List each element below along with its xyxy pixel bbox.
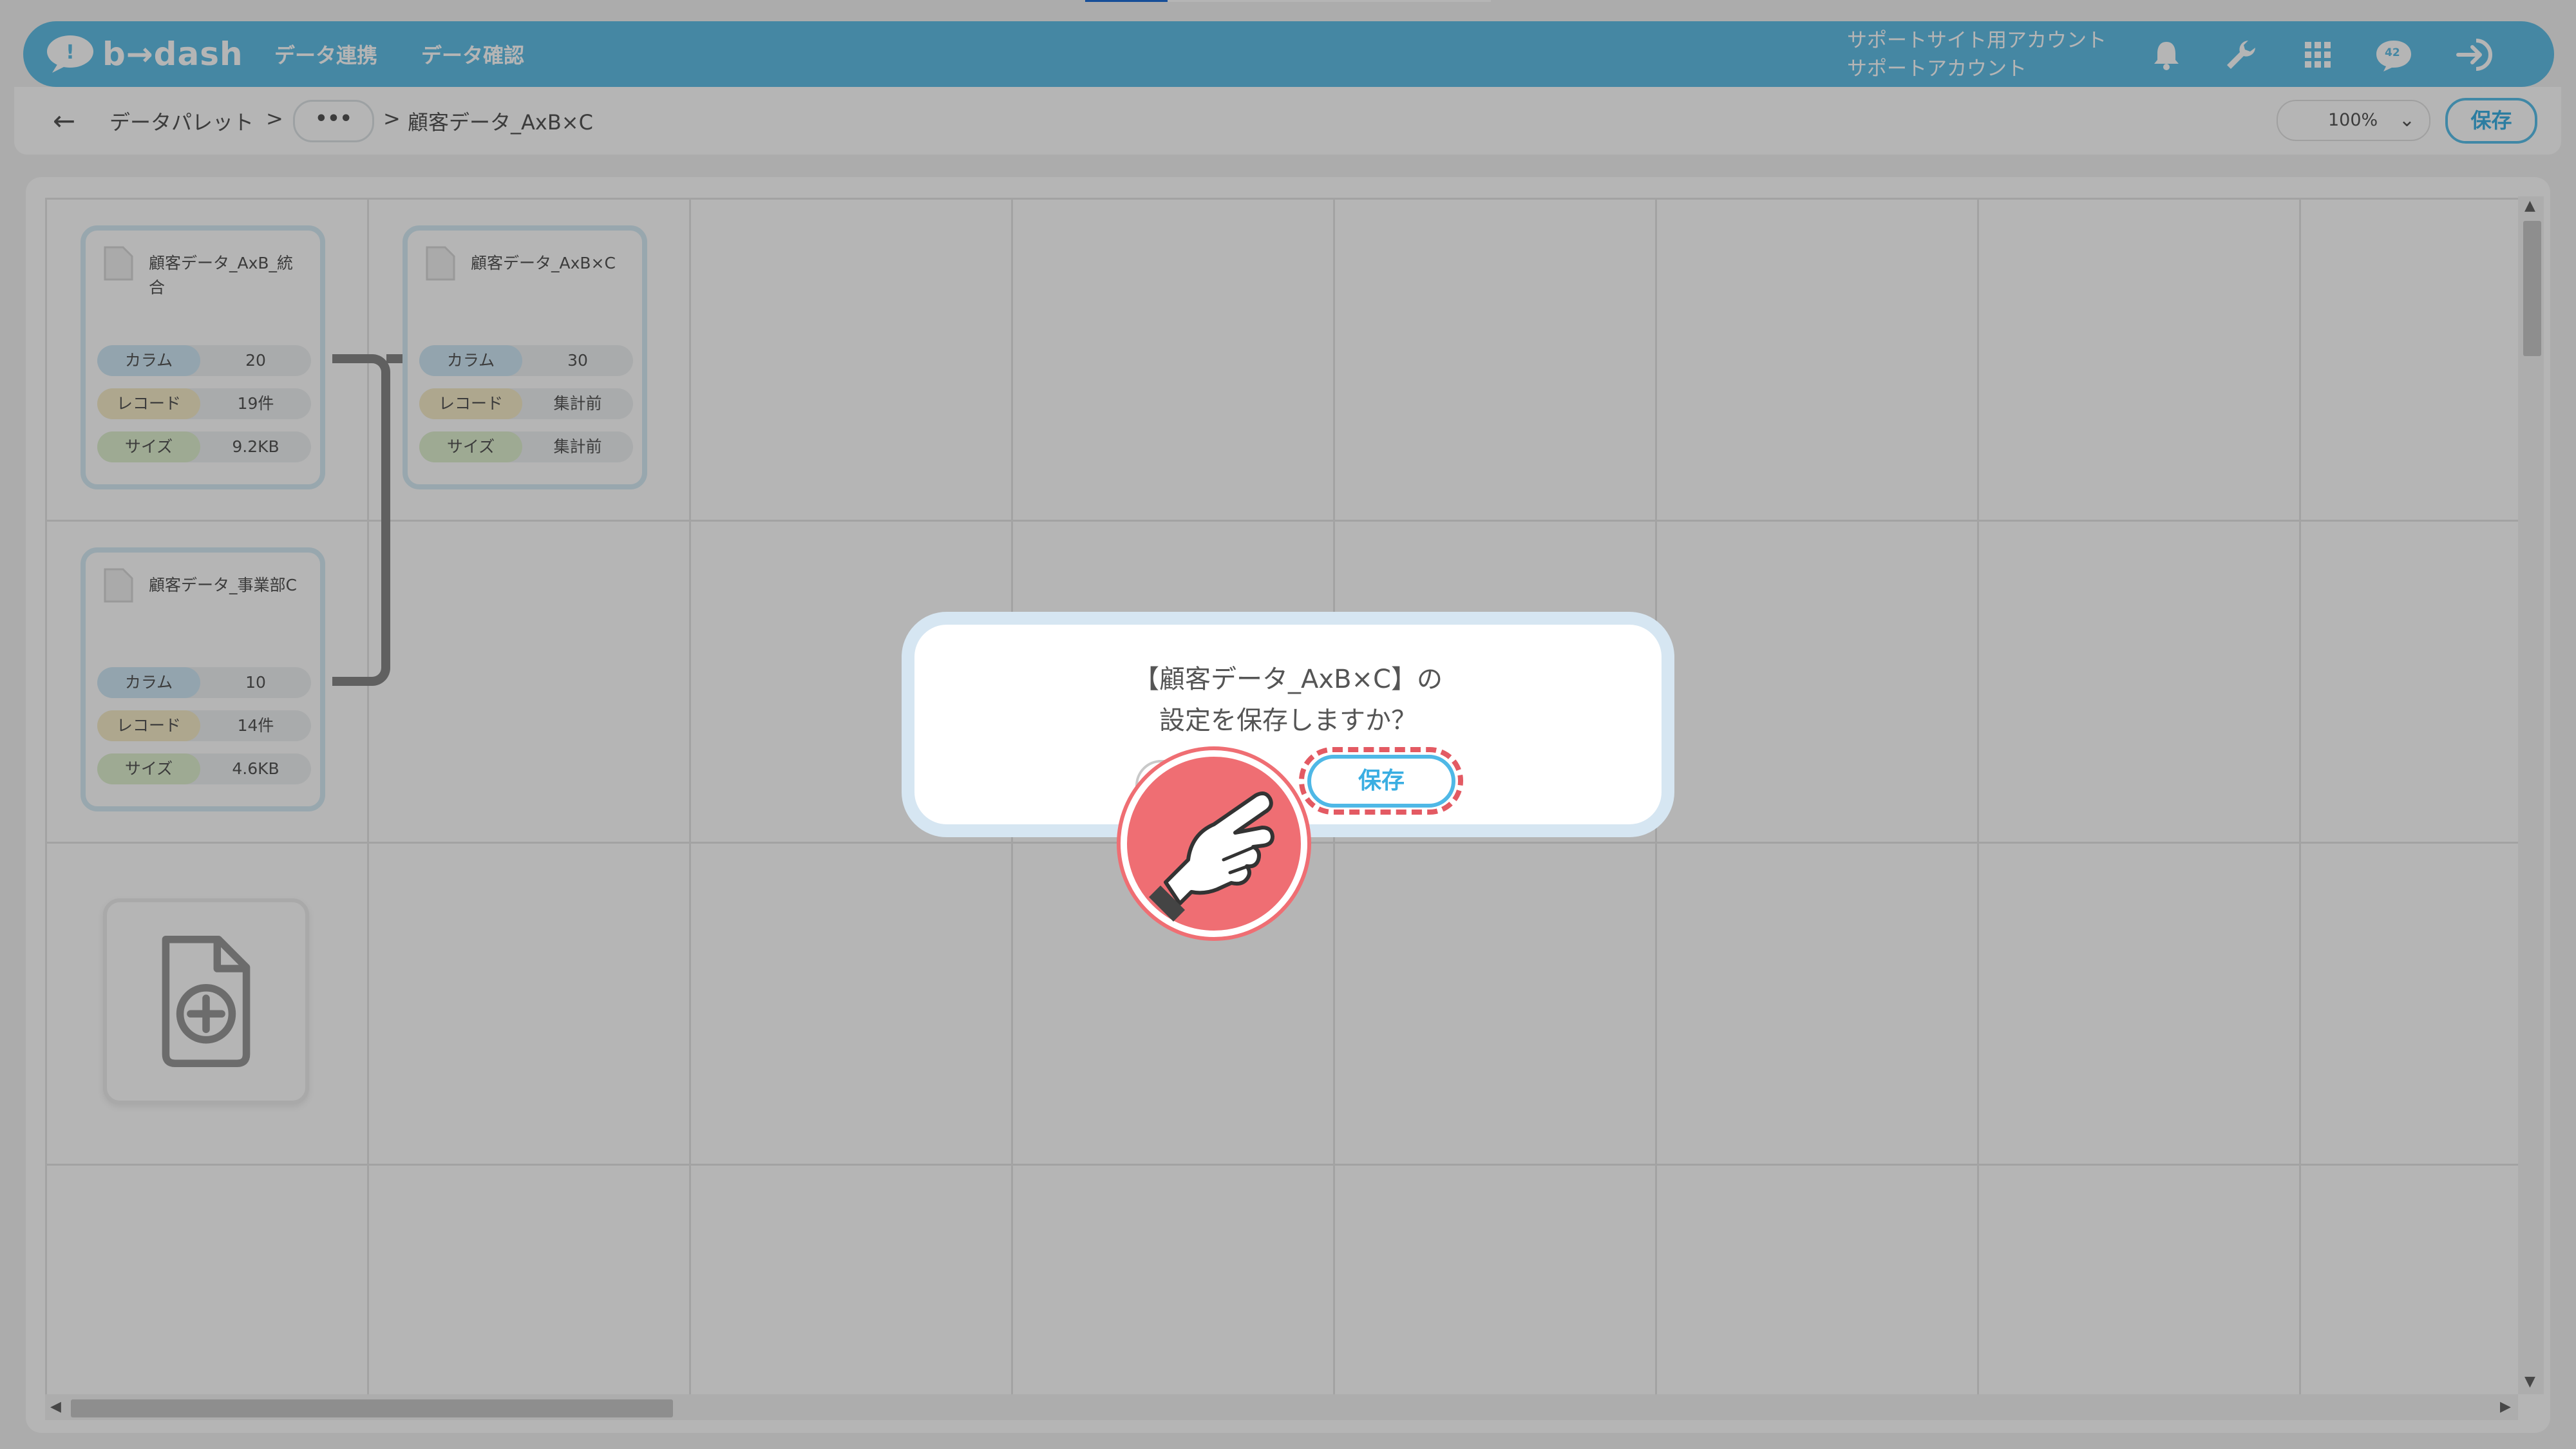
tutorial-pointer-icon bbox=[1121, 750, 1307, 937]
dialog-message-line2: 設定を保存しますか？ bbox=[1159, 706, 1417, 735]
hand-pointing-icon bbox=[1149, 791, 1274, 922]
dialog-save-button[interactable]: 保存 bbox=[1307, 755, 1455, 808]
dialog-message-line1: 【顧客データ_AxB×C】の bbox=[1133, 665, 1443, 694]
